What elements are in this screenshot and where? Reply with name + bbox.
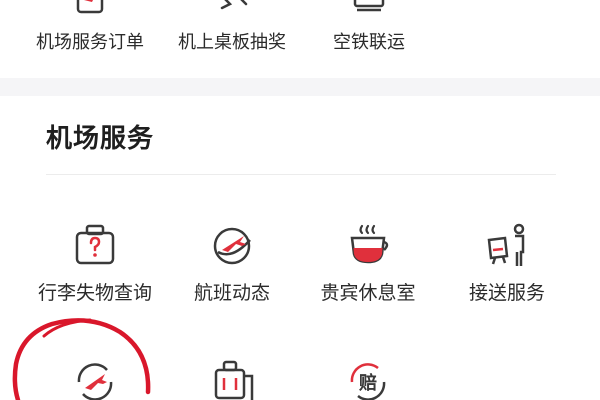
section-divider bbox=[46, 174, 556, 175]
flight-status-label: 航班动态 bbox=[193, 282, 270, 304]
airport-service-orders-item[interactable]: 机场服务订单 bbox=[15, 0, 165, 78]
vip-lounge-item[interactable]: 贵宾休息室 bbox=[298, 220, 438, 306]
compensation-item[interactable]: 赔 bbox=[298, 356, 438, 400]
luggage-cart-item[interactable] bbox=[162, 356, 302, 400]
transfer-service-item[interactable]: 接送服务 bbox=[437, 220, 577, 306]
tray-table-lottery-label: 机上桌板抽奖 bbox=[178, 32, 286, 53]
plane-sync-icon bbox=[69, 356, 121, 400]
top-services-card: 机场服务订单 机上桌板抽奖 空铁联运 bbox=[0, 0, 600, 78]
svg-text:赔: 赔 bbox=[359, 372, 377, 394]
airport-service-orders-label: 机场服务订单 bbox=[36, 32, 144, 53]
plane-sync-item[interactable] bbox=[25, 356, 165, 400]
transfer-service-icon bbox=[481, 220, 533, 272]
app-screen: 机场服务订单 机上桌板抽奖 空铁联运 机场服务 行李失物查询 航班动态 贵宾休息… bbox=[0, 0, 600, 400]
airport-order-icon bbox=[70, 0, 110, 20]
lost-baggage-icon bbox=[69, 220, 121, 272]
lost-baggage-item[interactable]: 行李失物查询 bbox=[25, 220, 165, 306]
vip-lounge-label: 贵宾休息室 bbox=[320, 282, 416, 304]
luggage-cart-icon bbox=[206, 356, 258, 400]
vip-lounge-icon bbox=[342, 220, 394, 272]
lost-baggage-label: 行李失物查询 bbox=[37, 282, 152, 304]
tray-table-lottery-item[interactable]: 机上桌板抽奖 bbox=[157, 0, 307, 78]
air-rail-icon bbox=[349, 0, 389, 20]
flight-status-icon bbox=[206, 220, 258, 272]
compensation-icon: 赔 bbox=[342, 356, 394, 400]
airport-services-card: 机场服务 行李失物查询 航班动态 贵宾休息室 接送服务 赔 bbox=[0, 96, 600, 400]
tray-table-lottery-icon bbox=[212, 0, 252, 20]
air-rail-label: 空铁联运 bbox=[333, 32, 405, 53]
section-title: 机场服务 bbox=[46, 124, 155, 154]
flight-status-item[interactable]: 航班动态 bbox=[162, 220, 302, 306]
air-rail-item[interactable]: 空铁联运 bbox=[294, 0, 444, 78]
transfer-service-label: 接送服务 bbox=[468, 282, 545, 304]
